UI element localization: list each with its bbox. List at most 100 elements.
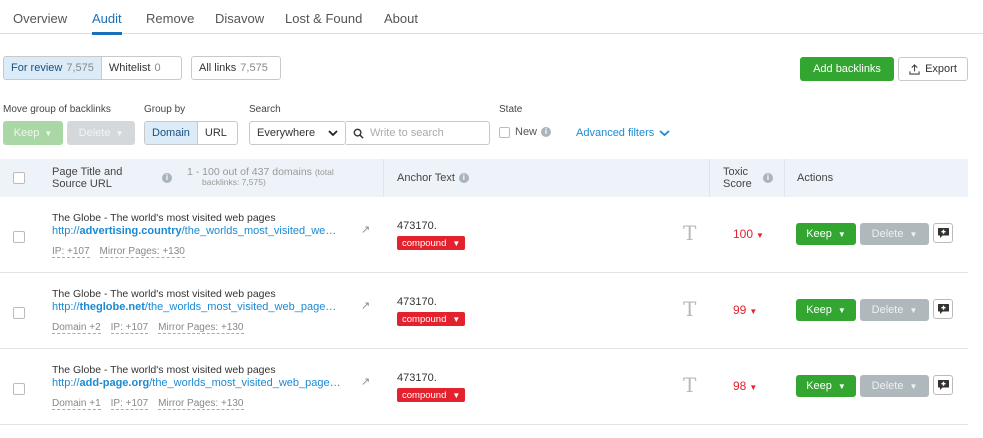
col-anchor-text[interactable]: Anchor Text i <box>397 172 469 184</box>
chevron-down-icon: ▼ <box>749 307 758 316</box>
chevron-down-icon: ▼ <box>749 383 758 392</box>
group-by-url[interactable]: URL <box>198 122 234 144</box>
meta-domain[interactable]: Domain +2 <box>52 322 101 334</box>
tab-about[interactable]: About <box>384 11 418 26</box>
anchor-tag-label: compound <box>402 237 447 249</box>
export-button[interactable]: Export <box>898 57 968 81</box>
anchor-tag[interactable]: compound ▼ <box>397 312 466 326</box>
anchor-tag[interactable]: compound ▼ <box>397 388 466 402</box>
move-group-label: Move group of backlinks <box>3 104 111 115</box>
anchor-tag-label: compound <box>402 389 447 401</box>
state-label: State <box>499 104 523 115</box>
keep-label: Keep <box>806 380 832 392</box>
meta-domain[interactable]: Domain +1 <box>52 398 101 410</box>
info-icon: i <box>541 127 552 137</box>
select-all-checkbox[interactable] <box>13 172 25 184</box>
tab-overview[interactable]: Overview <box>13 11 67 26</box>
keep-button[interactable]: Keep ▼ <box>796 299 856 321</box>
bulk-keep-button[interactable]: Keep ▼ <box>3 121 63 145</box>
toxic-score[interactable]: 99 ▼ <box>733 303 757 317</box>
source-url-link[interactable]: http://theglobe.net/the_worlds_most_visi… <box>52 301 336 313</box>
for-review-count: 7,575 <box>66 62 94 74</box>
export-label: Export <box>925 63 957 75</box>
group-by-domain[interactable]: Domain <box>145 122 198 144</box>
toxic-score-value: 98 <box>733 379 747 393</box>
meta-ip[interactable]: IP: +107 <box>52 246 90 258</box>
search-input[interactable]: Write to search <box>346 121 490 145</box>
state-new-checkbox[interactable]: New i <box>499 126 552 138</box>
row-checkbox[interactable] <box>13 231 25 243</box>
tab-audit[interactable]: Audit <box>92 11 122 35</box>
comment-button[interactable] <box>933 299 953 319</box>
url-path: /the_worlds_most_visited_web_page… <box>144 301 337 313</box>
toxic-score[interactable]: 98 ▼ <box>733 379 757 393</box>
keep-button[interactable]: Keep ▼ <box>796 223 856 245</box>
url-domain: add-page.org <box>79 377 150 389</box>
col-divider <box>383 159 384 197</box>
info-icon: i <box>458 173 469 183</box>
toxic-score-value: 100 <box>733 227 754 241</box>
delete-button[interactable]: Delete ▼ <box>860 375 929 397</box>
col-toxic-line2: Score <box>723 178 752 190</box>
anchor-text: 473170. <box>397 220 437 232</box>
meta-mirror-pages[interactable]: Mirror Pages: +130 <box>99 246 185 258</box>
source-url-link[interactable]: http://advertising.country/the_worlds_mo… <box>52 225 336 237</box>
bulk-keep-label: Keep <box>13 127 40 139</box>
comment-icon <box>937 304 949 314</box>
export-icon <box>909 63 920 75</box>
external-link-icon[interactable]: ↗ <box>361 223 370 236</box>
col-divider <box>709 159 710 197</box>
keep-button[interactable]: Keep ▼ <box>796 375 856 397</box>
external-link-icon[interactable]: ↗ <box>361 375 370 388</box>
range-summary: 1 - 100 out of 437 domains (total backli… <box>187 167 334 187</box>
delete-button[interactable]: Delete ▼ <box>860 299 929 321</box>
col-toxic-score[interactable]: Toxic Score <box>723 166 752 190</box>
advanced-filters-link[interactable]: Advanced filters <box>576 127 670 139</box>
delete-label: Delete <box>871 304 904 316</box>
search-scope-select[interactable]: Everywhere <box>249 121 346 145</box>
tab-disavow[interactable]: Disavow <box>215 11 264 26</box>
keep-label: Keep <box>806 304 832 316</box>
chevron-down-icon: ▼ <box>837 305 846 315</box>
page-title: The Globe - The world's most visited web… <box>52 212 276 224</box>
add-backlinks-button[interactable]: Add backlinks <box>800 57 894 81</box>
col-page-title[interactable]: Page Title and Source URL <box>52 166 122 190</box>
col-toxic-line1: Toxic <box>723 166 749 178</box>
anchor-text: 473170. <box>397 372 437 384</box>
anchor-tag[interactable]: compound ▼ <box>397 236 466 250</box>
url-path: /the_worlds_most_visited_web_page… <box>149 377 341 389</box>
page-title: The Globe - The world's most visited web… <box>52 288 276 300</box>
all-links-filter[interactable]: All links 7,575 <box>191 56 281 80</box>
total-prefix: (total <box>314 167 334 177</box>
bulk-delete-label: Delete <box>78 127 111 139</box>
info-icon: i <box>763 173 773 183</box>
row-checkbox[interactable] <box>13 383 25 395</box>
source-url-link[interactable]: http://add-page.org/the_worlds_most_visi… <box>52 377 341 389</box>
delete-button[interactable]: Delete ▼ <box>860 223 929 245</box>
comment-button[interactable] <box>933 375 953 395</box>
search-scope-value: Everywhere <box>257 127 316 139</box>
chevron-down-icon: ▼ <box>115 128 124 138</box>
url-prefix: http:// <box>52 301 80 313</box>
bulk-delete-button[interactable]: Delete ▼ <box>67 121 135 145</box>
meta-mirror-pages[interactable]: Mirror Pages: +130 <box>158 322 244 334</box>
comment-button[interactable] <box>933 223 953 243</box>
toxic-score[interactable]: 100 ▼ <box>733 227 764 241</box>
whitelist-filter[interactable]: Whitelist 0 <box>102 57 168 79</box>
meta-mirror-pages[interactable]: Mirror Pages: +130 <box>158 398 244 410</box>
chevron-down-icon: ▼ <box>909 305 918 315</box>
delete-label: Delete <box>871 228 904 240</box>
chevron-down-icon: ▼ <box>452 238 461 248</box>
meta-ip[interactable]: IP: +107 <box>110 322 149 334</box>
row-checkbox[interactable] <box>13 307 25 319</box>
meta-ip[interactable]: IP: +107 <box>110 398 149 410</box>
chevron-down-icon: ▼ <box>909 381 918 391</box>
toxic-score-value: 99 <box>733 303 747 317</box>
checkbox[interactable] <box>499 126 510 138</box>
keep-label: Keep <box>806 228 832 240</box>
external-link-icon[interactable]: ↗ <box>361 299 370 312</box>
tab-lost-found[interactable]: Lost & Found <box>285 11 362 26</box>
for-review-filter[interactable]: For review 7,575 <box>4 57 102 79</box>
all-links-count: 7,575 <box>240 62 268 74</box>
tab-remove[interactable]: Remove <box>146 11 194 26</box>
